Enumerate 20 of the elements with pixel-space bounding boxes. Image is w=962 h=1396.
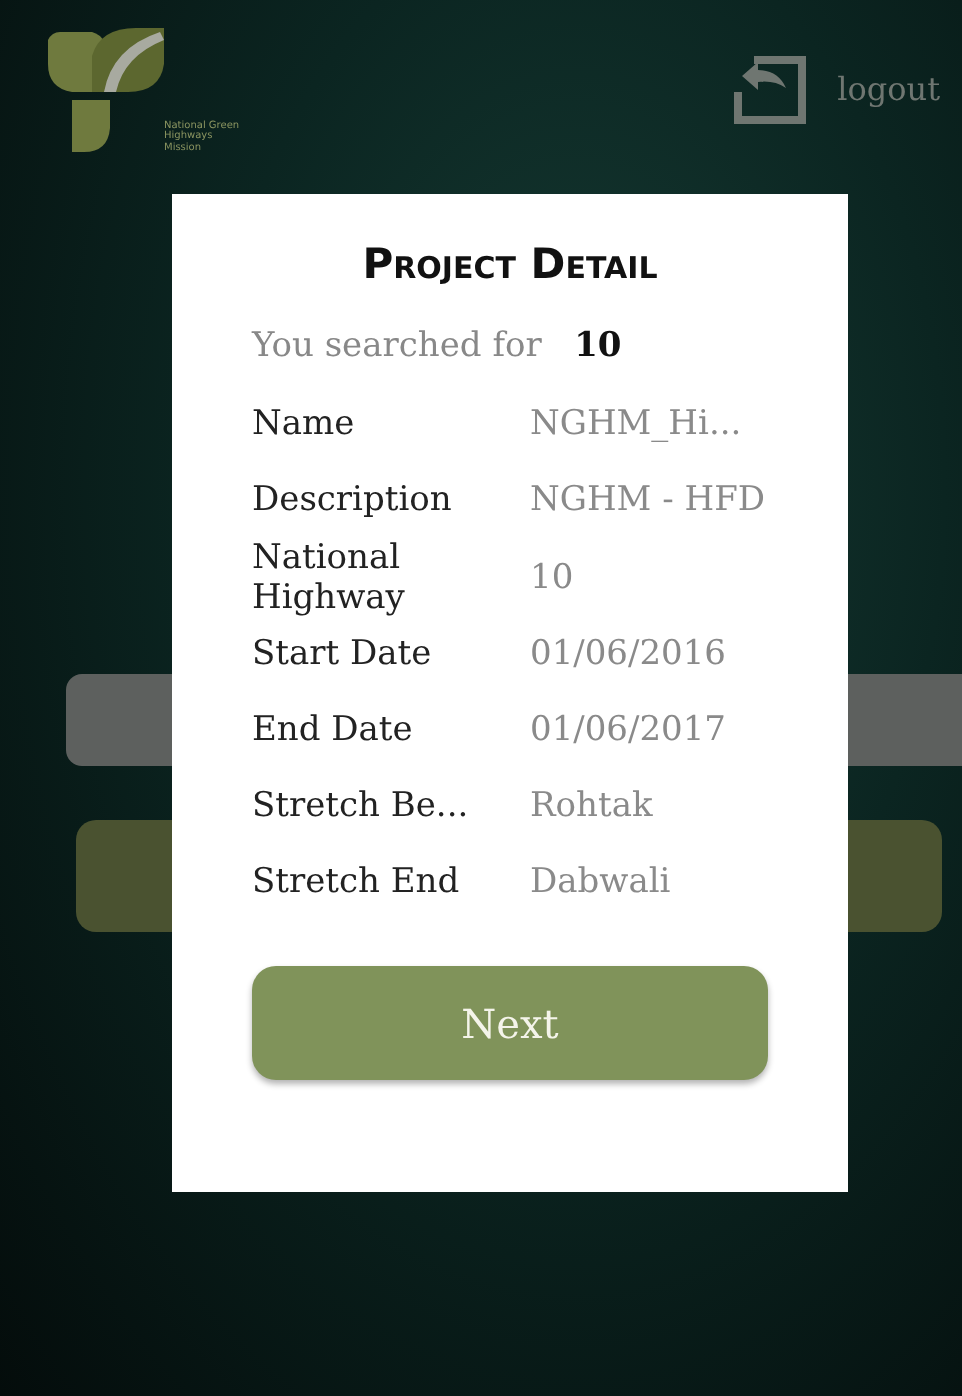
leaf-logo-icon	[48, 28, 164, 154]
field-value: 01/06/2017	[530, 712, 728, 752]
logout-link[interactable]: logout	[837, 66, 940, 114]
field-value: Rohtak	[530, 788, 655, 828]
field-label: End Date	[252, 712, 415, 752]
field-value: 10	[530, 559, 576, 599]
field-value: 01/06/2016	[530, 636, 728, 676]
field-value: NGHM_Hi...	[530, 406, 744, 446]
field-label: Stretch End	[252, 864, 462, 904]
field-value: NGHM - HFD	[530, 482, 767, 522]
field-label: Stretch Be...	[252, 788, 471, 828]
field-label: Start Date	[252, 636, 434, 676]
field-value: Dabwali	[530, 864, 673, 904]
dialog-title: Project Detail	[360, 238, 660, 292]
field-label: Name	[252, 406, 357, 446]
logout-icon[interactable]	[733, 56, 806, 124]
field-label: Description	[252, 482, 454, 522]
search-summary: You searched for 10	[252, 323, 624, 369]
field-label: National Highway	[252, 540, 407, 619]
next-button[interactable]: Next	[252, 966, 768, 1081]
